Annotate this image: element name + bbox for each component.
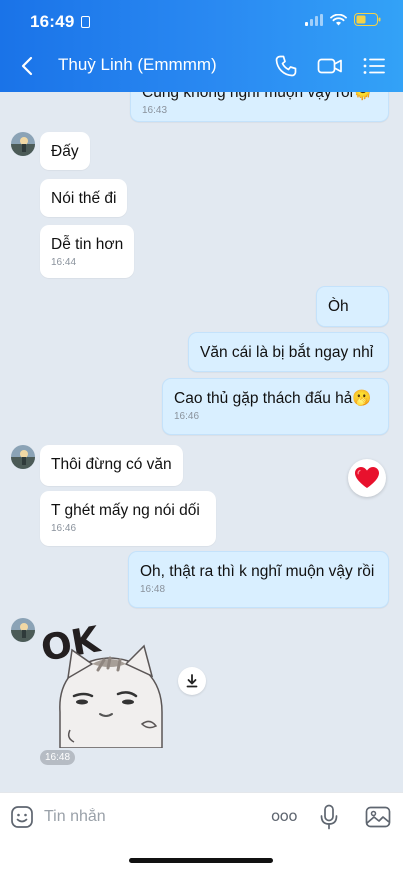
avatar-image	[11, 132, 35, 156]
message-bubble-out[interactable]: Văn cái là bị bắt ngay nhỉ	[188, 332, 389, 372]
sticker-smile-icon	[11, 806, 33, 828]
chevron-left-icon	[21, 56, 33, 76]
sim-icon	[81, 16, 90, 28]
nav-actions	[273, 53, 387, 79]
cat-sticker-image: OK	[38, 619, 163, 749]
avatar[interactable]	[11, 132, 35, 156]
message-bubble-out[interactable]: Oh, thật ra thì k nghĩ muộn vậy rồi 16:4…	[128, 551, 389, 608]
voice-message-button[interactable]	[318, 804, 340, 830]
emoji-button[interactable]	[10, 805, 34, 829]
message-time: 16:44	[51, 257, 77, 268]
message-text: Oh, thật ra thì k nghĩ muộn vậy rồi	[140, 563, 375, 580]
message-bubble-in[interactable]: T ghét mấy ng nói dối 16:46	[40, 491, 216, 546]
avatar-image	[11, 618, 35, 642]
message-input[interactable]	[44, 805, 244, 829]
heart-icon	[355, 467, 379, 488]
avatar-image	[11, 445, 35, 469]
more-label: ooo	[271, 807, 297, 825]
home-indicator	[129, 858, 273, 863]
message-bubble-in[interactable]: Thôi đừng có văn	[40, 445, 183, 486]
chat-header: 16:49 Thuỳ Linh (Emmmm)	[0, 0, 403, 92]
message-bubble-out[interactable]: Cao thủ gặp thách đấu hả🫢 16:46	[162, 378, 389, 435]
message-bubble-in[interactable]: Nói thế đi	[40, 179, 128, 217]
avatar[interactable]	[11, 618, 35, 642]
more-options-button[interactable]: ooo	[269, 807, 299, 827]
gallery-button[interactable]	[365, 805, 391, 829]
call-button[interactable]	[273, 53, 299, 79]
download-icon	[186, 674, 198, 688]
download-button[interactable]	[178, 667, 206, 695]
battery-icon	[354, 13, 381, 26]
microphone-icon	[320, 804, 338, 830]
video-camera-icon	[317, 58, 342, 74]
message-text: Cũng không nghĩ muộn vậy rồi🫠	[142, 92, 373, 101]
chat-title[interactable]: Thuỳ Linh (Emmmm)	[58, 55, 217, 75]
status-bar: 16:49	[0, 0, 403, 44]
video-call-button[interactable]	[317, 53, 343, 79]
reaction-badge[interactable]	[348, 459, 386, 497]
message-text: Thôi đừng có văn	[51, 456, 172, 473]
image-icon	[365, 806, 391, 828]
status-time: 16:49	[30, 12, 75, 31]
sticker-time: 16:48	[40, 750, 76, 765]
message-bubble-out[interactable]: Òh	[316, 286, 389, 327]
more-dots-icon: ooo	[271, 807, 298, 825]
message-text: T ghét mấy ng nói dối	[51, 502, 200, 519]
message-bubble-in[interactable]: Đấy	[40, 132, 90, 170]
message-bubble-in[interactable]: Dễ tin hơn 16:44	[40, 225, 134, 278]
message-text: Văn cái là bị bắt ngay nhỉ	[200, 344, 374, 361]
ok-cat-sticker[interactable]: OK	[38, 619, 170, 749]
nav-bar: Thuỳ Linh (Emmmm)	[0, 48, 403, 84]
message-time: 16:46	[51, 523, 77, 534]
wifi-icon	[330, 13, 347, 25]
status-icons	[305, 13, 381, 26]
message-bubble-out[interactable]: Cũng không nghĩ muộn vậy rồi🫠 16:43	[130, 92, 389, 122]
menu-button[interactable]	[361, 53, 387, 79]
message-list[interactable]: Cũng không nghĩ muộn vậy rồi🫠 16:43 Đấy …	[0, 92, 403, 792]
message-time: 16:48	[140, 584, 166, 595]
message-text: Đấy	[51, 143, 79, 160]
back-button[interactable]	[14, 52, 42, 80]
message-text: Nói thế đi	[51, 190, 117, 207]
avatar[interactable]	[11, 445, 35, 469]
message-time: 16:43	[142, 105, 168, 116]
list-menu-icon	[363, 58, 385, 74]
message-text: Cao thủ gặp thách đấu hả🫢	[174, 390, 372, 407]
message-text: Òh	[328, 298, 349, 315]
signal-icon	[305, 13, 323, 26]
message-text: Dễ tin hơn	[51, 236, 124, 253]
phone-icon	[275, 55, 297, 77]
message-input-bar: ooo	[0, 792, 403, 872]
message-time: 16:46	[174, 411, 200, 422]
